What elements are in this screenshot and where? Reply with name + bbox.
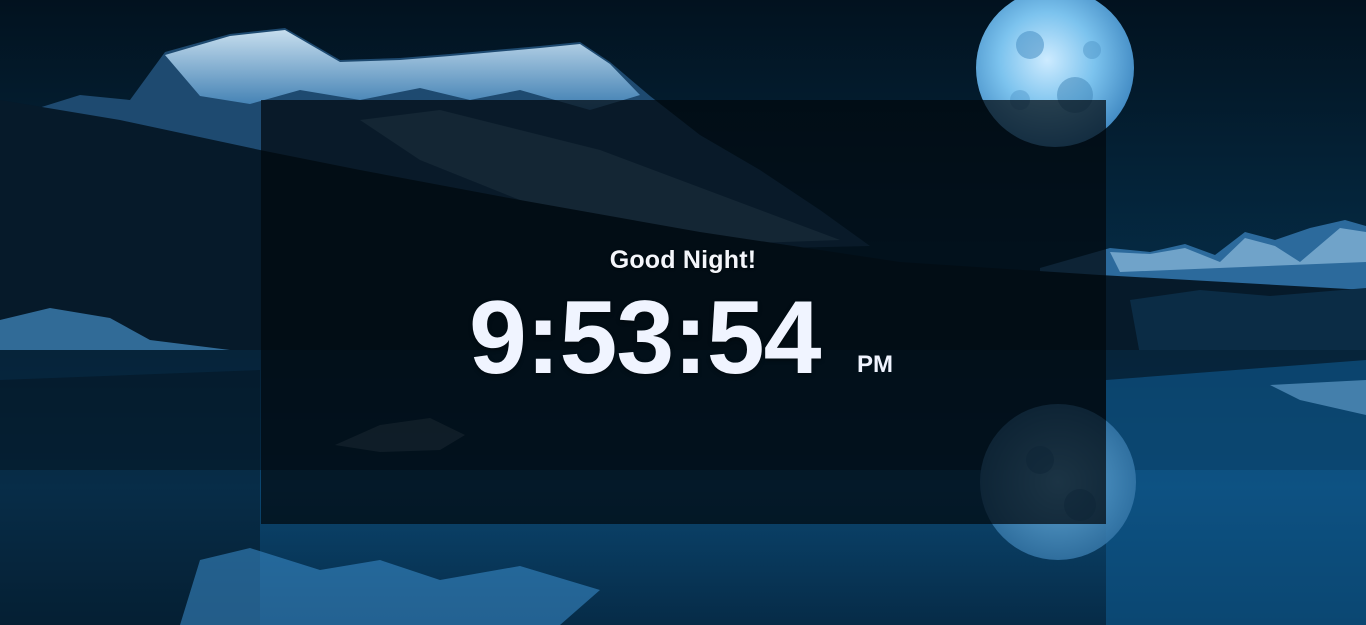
clock-period: PM: [857, 351, 893, 378]
clock-display: 9:53:54 PM: [469, 278, 893, 398]
greeting-text: Good Night!: [609, 246, 757, 274]
clock-time: 9:53:54: [469, 280, 821, 396]
